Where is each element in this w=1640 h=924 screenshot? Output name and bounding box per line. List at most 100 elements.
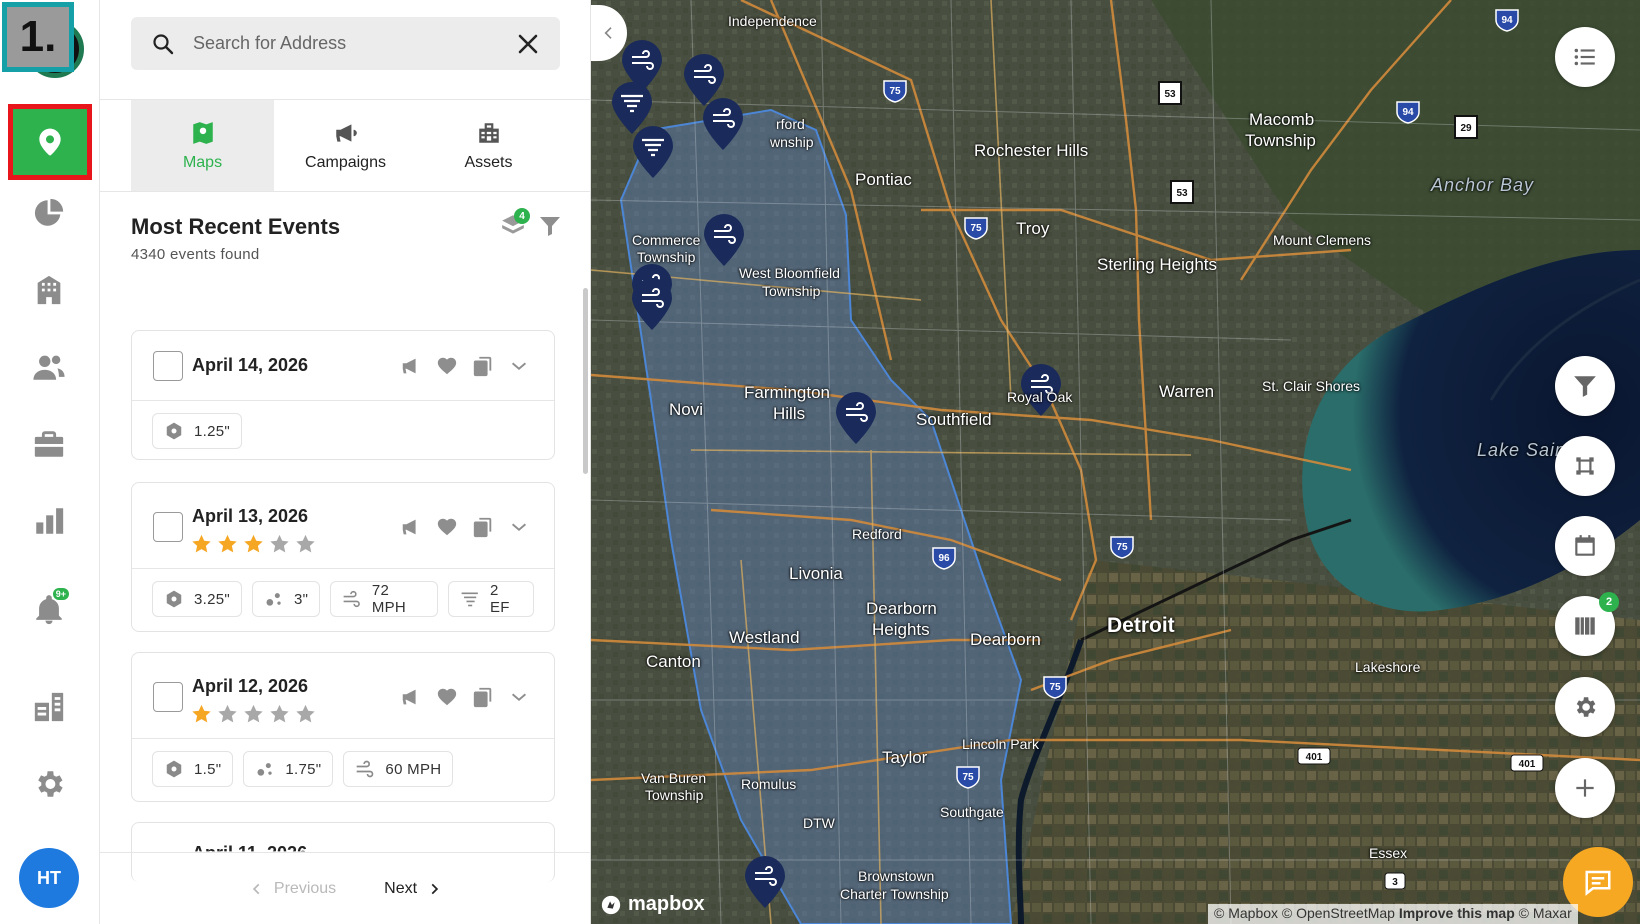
copy-icon[interactable]	[472, 355, 494, 377]
map-label: Township	[762, 283, 821, 299]
user-avatar[interactable]: HT	[19, 848, 79, 908]
map-icon	[192, 121, 213, 144]
star-empty-icon	[270, 534, 289, 553]
star-empty-icon	[270, 704, 289, 723]
hail-size-icon	[266, 593, 281, 606]
hail-size-chip: 3"	[252, 581, 321, 617]
star-empty-icon	[296, 704, 315, 723]
event-rating	[190, 703, 317, 725]
chevron-down-icon[interactable]	[508, 686, 530, 708]
filter-icon[interactable]	[538, 214, 562, 238]
shield-number: 29	[1460, 123, 1472, 134]
heart-icon[interactable]	[436, 516, 458, 538]
step-badge: 1.	[2, 2, 74, 72]
map-label: Anchor Bay	[1431, 175, 1535, 195]
event-date: April 12, 2026	[192, 676, 309, 696]
nav-reports[interactable]	[19, 491, 79, 551]
star-empty-icon	[296, 534, 315, 553]
map-label: Township	[1245, 131, 1316, 150]
previous-label: Previous	[273, 879, 337, 897]
interstate-shield: 94	[1494, 6, 1520, 37]
chevron-down-icon[interactable]	[508, 516, 530, 538]
chevron-left-icon	[604, 27, 612, 39]
panel-scrollbar[interactable]	[583, 288, 588, 474]
heart-icon[interactable]	[436, 686, 458, 708]
tab-campaigns[interactable]: Campaigns	[274, 100, 417, 191]
map-filter-button[interactable]	[1555, 356, 1615, 416]
events-panel: Maps Campaigns Assets Most Recent Events…	[100, 0, 591, 924]
chevron-down-icon[interactable]	[508, 355, 530, 377]
megaphone-icon[interactable]	[400, 355, 422, 377]
map-label: Sterling Heights	[1097, 255, 1218, 274]
shield-number: 53	[1176, 188, 1188, 199]
wind-event-pin[interactable]	[701, 96, 745, 152]
map-label: Dearborn	[970, 630, 1041, 649]
tab-assets[interactable]: Assets	[417, 100, 560, 191]
layers-toggle-button[interactable]: 2	[1555, 592, 1619, 656]
heart-icon[interactable]	[436, 355, 458, 377]
nav-notifications[interactable]: 9+	[19, 580, 79, 640]
card-actions	[400, 686, 530, 708]
nav-jobs[interactable]	[19, 414, 79, 474]
copy-icon[interactable]	[472, 686, 494, 708]
shield-number: 75	[1116, 542, 1128, 553]
wind-event-pin[interactable]	[630, 276, 674, 332]
next-button[interactable]: Next	[384, 880, 441, 898]
previous-button[interactable]: Previous	[250, 880, 336, 898]
nav-company[interactable]	[19, 677, 79, 737]
card-actions	[400, 516, 530, 538]
event-card[interactable]: April 14, 2026 1.25"	[131, 330, 555, 460]
map-label: Heights	[872, 620, 930, 639]
map-label: Lake Sain	[1477, 440, 1567, 460]
chevron-right-icon	[431, 883, 439, 894]
tab-maps[interactable]: Maps	[131, 100, 274, 191]
megaphone-icon[interactable]	[400, 686, 422, 708]
tornado-icon	[462, 592, 479, 607]
nav-maps[interactable]	[8, 104, 92, 180]
hail-icon	[166, 590, 182, 608]
calendar-icon	[1575, 535, 1595, 556]
improve-map-link[interactable]: Improve this map	[1399, 905, 1515, 921]
date-range-button[interactable]	[1555, 516, 1615, 576]
pie-chart-icon	[34, 198, 64, 226]
wind-chip: 72 MPH	[330, 581, 439, 617]
copy-icon[interactable]	[472, 516, 494, 538]
event-checkbox[interactable]	[153, 351, 183, 381]
zoom-in-button[interactable]	[1555, 758, 1615, 818]
event-checkbox[interactable]	[153, 512, 183, 542]
chip-value: 72 MPH	[371, 582, 407, 616]
draw-area-button[interactable]	[1555, 436, 1615, 496]
nav-settings[interactable]	[19, 754, 79, 814]
close-icon[interactable]	[516, 32, 540, 56]
event-card[interactable]: April 12, 2026 1.5" 1.75" 60 MPH	[131, 652, 555, 802]
legend-button[interactable]	[1555, 27, 1615, 87]
chip-value: 1.25"	[194, 422, 231, 440]
event-checkbox[interactable]	[153, 682, 183, 712]
star-filled-icon	[218, 534, 237, 553]
list-icon	[1574, 48, 1595, 66]
wind-chip: 60 MPH	[343, 751, 454, 787]
map-layers-icon	[1575, 617, 1595, 635]
star-filled-icon	[244, 534, 263, 553]
map-label: Brownstown	[858, 868, 935, 884]
wind-event-pin[interactable]	[702, 212, 746, 268]
nav-analytics[interactable]	[19, 183, 79, 243]
nav-buildings[interactable]	[19, 260, 79, 320]
hail-icon	[166, 760, 182, 778]
wind-event-pin[interactable]	[834, 390, 878, 446]
search-input[interactable]	[193, 33, 516, 54]
mapbox-logo: mapbox	[600, 893, 705, 916]
nav-contacts[interactable]	[19, 337, 79, 397]
shield-number: 75	[962, 772, 974, 783]
tab-label: Campaigns	[305, 153, 386, 171]
map-settings-button[interactable]	[1555, 677, 1615, 737]
map-label: Hills	[773, 404, 806, 423]
notification-badge: 9+	[52, 588, 69, 600]
megaphone-icon[interactable]	[400, 516, 422, 538]
wind-event-pin[interactable]	[743, 854, 787, 910]
chip-value: 1.75"	[285, 760, 322, 778]
tornado-event-pin[interactable]	[631, 124, 675, 180]
map-label: Independence	[728, 13, 817, 29]
event-card[interactable]: April 13, 2026 3.25" 3" 72 MPH 2 EF	[131, 482, 555, 632]
attribution-text: © Mapbox © OpenStreetMap	[1214, 905, 1395, 921]
